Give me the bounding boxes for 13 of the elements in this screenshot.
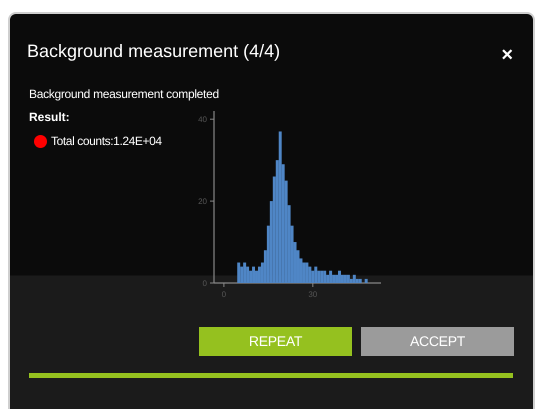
- accept-button[interactable]: ACCEPT: [361, 327, 514, 356]
- dialog-title: Background measurement (4/4): [27, 40, 280, 63]
- histogram-bar: [364, 278, 368, 283]
- close-button[interactable]: ×: [501, 44, 513, 64]
- y-tick-label: 40: [198, 115, 207, 124]
- y-tick-label: 20: [198, 197, 207, 206]
- x-tick-label: 30: [308, 290, 318, 299]
- x-tick-label: 0: [222, 290, 226, 299]
- y-tick-label: 0: [202, 279, 207, 288]
- status-text: Background measurement completed: [29, 86, 220, 103]
- total-counts-text: Total counts:1.24E+04: [51, 133, 162, 150]
- result-label: Result:: [29, 109, 71, 126]
- repeat-button[interactable]: REPEAT: [199, 327, 352, 356]
